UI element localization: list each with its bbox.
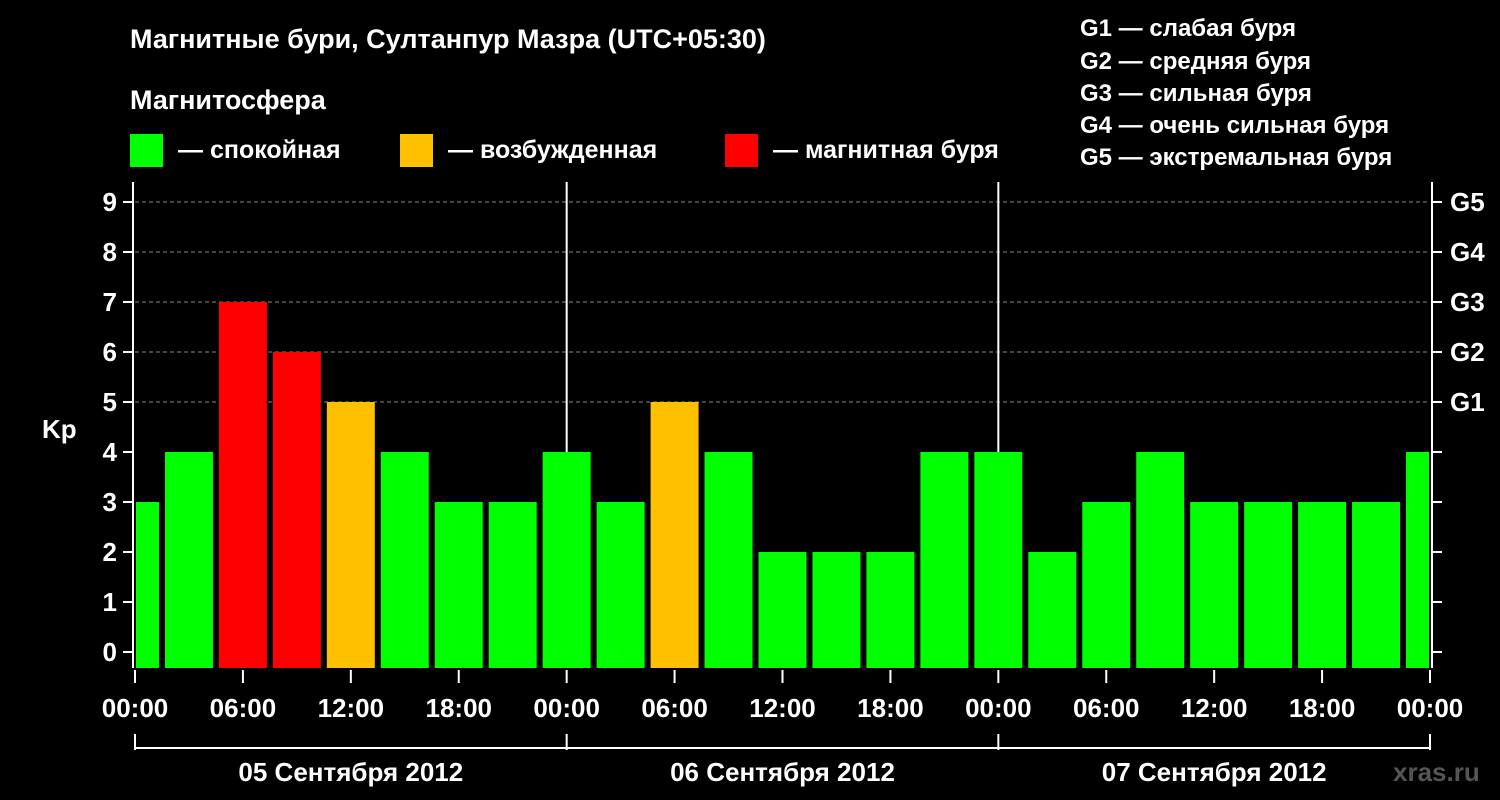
x-tick-label: 18:00 xyxy=(857,693,924,723)
kp-bar xyxy=(1352,502,1401,668)
g-level-2: G2 — средняя буря xyxy=(1080,48,1311,75)
kp-bar xyxy=(650,402,699,668)
kp-bar xyxy=(434,502,483,668)
y-tick-label: 7 xyxy=(103,287,117,317)
kp-bar xyxy=(1082,502,1131,668)
kp-bar xyxy=(218,302,267,668)
kp-bar xyxy=(1406,452,1429,668)
y-tick-label: 5 xyxy=(103,387,117,417)
day-label: 06 Сентября 2012 xyxy=(670,757,895,787)
x-tick-label: 12:00 xyxy=(1181,693,1248,723)
y-tick-label: 3 xyxy=(103,487,117,517)
legend-label-storm: — магнитная буря xyxy=(773,136,999,164)
y-tick-label: 2 xyxy=(103,537,117,567)
kp-bar xyxy=(326,402,375,668)
y-tick-label: 1 xyxy=(103,587,117,617)
legend-swatch-storm xyxy=(725,134,758,167)
kp-bar xyxy=(596,502,645,668)
g-level-4: G4 — очень сильная буря xyxy=(1080,112,1389,139)
kp-bar xyxy=(1190,502,1239,668)
kp-bar xyxy=(542,452,591,668)
x-tick-label: 00:00 xyxy=(102,693,169,723)
kp-bar xyxy=(974,452,1023,668)
kp-bar xyxy=(812,552,861,668)
g-level-3: G3 — сильная буря xyxy=(1080,80,1312,107)
x-tick-label: 00:00 xyxy=(965,693,1032,723)
x-tick-label: 00:00 xyxy=(1397,693,1464,723)
g-tick-label: G4 xyxy=(1450,237,1485,267)
legend-label-excited: — возбужденная xyxy=(448,136,657,164)
legend-swatch-quiet xyxy=(130,134,163,167)
x-tick-label: 06:00 xyxy=(1073,693,1140,723)
x-tick-label: 18:00 xyxy=(426,693,493,723)
x-tick-label: 18:00 xyxy=(1289,693,1356,723)
kp-bar xyxy=(758,552,807,668)
watermark: xras.ru xyxy=(1393,757,1480,787)
x-tick-label: 00:00 xyxy=(533,693,600,723)
kp-bar xyxy=(1136,452,1185,668)
g-tick-label: G5 xyxy=(1450,187,1485,217)
chart-title: Магнитные бури, Султанпур Мазра (UTC+05:… xyxy=(130,24,766,54)
day-label: 07 Сентября 2012 xyxy=(1102,757,1327,787)
bars xyxy=(136,302,1429,668)
kp-bar xyxy=(380,452,429,668)
day-label: 05 Сентября 2012 xyxy=(238,757,463,787)
kp-bar xyxy=(136,502,159,668)
g-level-5: G5 — экстремальная буря xyxy=(1080,144,1392,171)
kp-bar xyxy=(1298,502,1347,668)
y-tick-label: 4 xyxy=(103,437,118,467)
y-tick-label: 6 xyxy=(103,337,117,367)
kp-bar xyxy=(866,552,915,668)
x-tick-label: 06:00 xyxy=(641,693,708,723)
y-tick-label: 0 xyxy=(103,637,117,667)
x-tick-label: 06:00 xyxy=(210,693,277,723)
legend-heading: Магнитосфера xyxy=(130,85,327,115)
kp-bar xyxy=(1244,502,1293,668)
kp-chart: Магнитные бури, Султанпур Мазра (UTC+05:… xyxy=(42,15,1485,787)
g-level-1: G1 — слабая буря xyxy=(1080,15,1296,42)
kp-bar xyxy=(920,452,969,668)
g-tick-label: G3 xyxy=(1450,287,1485,317)
y-axis-label: Kp xyxy=(42,414,77,444)
g-tick-label: G2 xyxy=(1450,337,1485,367)
kp-bar xyxy=(272,352,321,668)
kp-bar xyxy=(488,502,537,668)
x-tick-label: 12:00 xyxy=(749,693,816,723)
x-tick-label: 12:00 xyxy=(318,693,385,723)
g-tick-label: G1 xyxy=(1450,387,1485,417)
kp-bar xyxy=(164,452,213,668)
kp-bar xyxy=(1028,552,1077,668)
kp-bar xyxy=(704,452,753,668)
legend-swatch-excited xyxy=(400,134,433,167)
y-tick-label: 8 xyxy=(103,237,117,267)
legend-label-quiet: — спокойная xyxy=(178,136,341,164)
y-tick-label: 9 xyxy=(103,187,117,217)
